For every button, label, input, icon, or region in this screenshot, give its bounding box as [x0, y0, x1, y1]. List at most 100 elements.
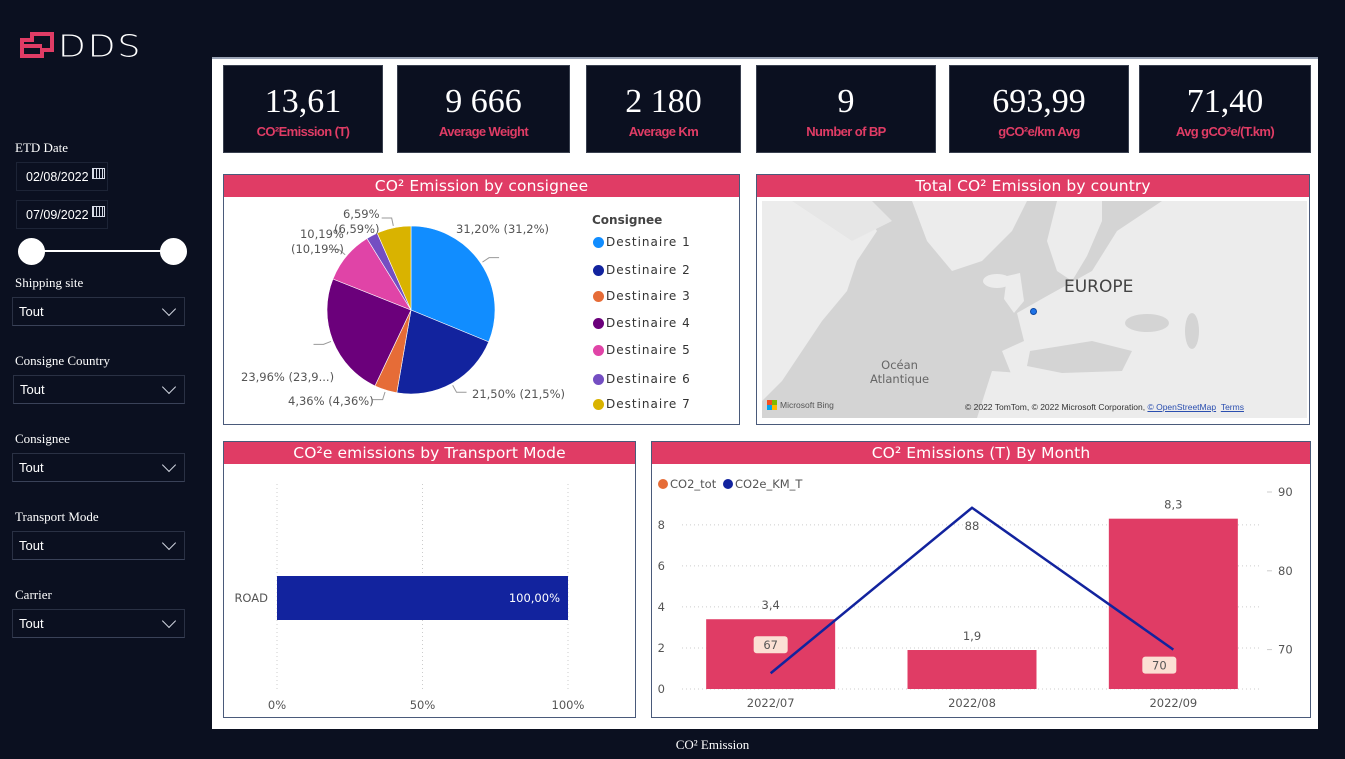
y-left-tick-label: 0	[658, 682, 665, 696]
etd-start-date-input[interactable]: 02/08/2022	[16, 162, 108, 191]
y-right-tick-label: 70	[1278, 643, 1293, 657]
slider-end-handle[interactable]	[160, 238, 187, 265]
pie-data-label: 6,59% (6,59%)	[334, 207, 380, 236]
legend-dot-icon	[593, 236, 604, 248]
kpi-card-average-weight[interactable]: 9 666 Average Weight	[397, 65, 570, 153]
terms-link[interactable]: Terms	[1221, 402, 1244, 412]
y-left-tick-label: 6	[658, 559, 665, 573]
legend-item-destinaire-5[interactable]: Destinaire 5	[593, 343, 691, 357]
kpi-card-gco2e-km-avg[interactable]: 693,99 gCO²e/km Avg	[949, 65, 1129, 153]
dds-logo: DDS	[20, 29, 143, 64]
etd-date-label: ETD Date	[15, 140, 69, 155]
bar-data-label: 3,4	[762, 598, 780, 612]
map-panel[interactable]: Total CO² Emission by country EUROPE Océ…	[756, 174, 1310, 425]
calendar-icon[interactable]	[91, 168, 105, 179]
kpi-card-co2-emission[interactable]: 13,61 CO²Emission (T)	[223, 65, 383, 153]
pie-data-label: 31,20% (31,2%)	[456, 222, 550, 236]
shipping-site-dropdown[interactable]: Tout	[12, 297, 185, 326]
legend-item-destinaire-1[interactable]: Destinaire 1	[593, 235, 691, 249]
carrier-label: Carrier	[15, 587, 52, 602]
y-left-tick-label: 2	[658, 641, 665, 655]
x-tick-label: 100%	[552, 698, 585, 712]
y-right-tick-label: 90	[1278, 485, 1293, 499]
legend-label[interactable]: CO2e_KM_T	[735, 477, 803, 491]
map-view[interactable]: EUROPE Océan Atlantique Microsoft Bing ©…	[762, 201, 1307, 418]
pie-chart-panel[interactable]: CO² Emission by consignee 31,20% (31,2%)…	[223, 174, 740, 425]
legend-dot-icon	[593, 373, 604, 385]
y-category-label: ROAD	[234, 591, 268, 605]
microsoft-logo-icon	[767, 400, 777, 410]
legend-item-destinaire-7[interactable]: Destinaire 7	[593, 397, 691, 411]
etd-end-date-input[interactable]: 07/09/2022	[16, 200, 108, 229]
kpi-value: 13,61	[264, 83, 342, 120]
map-data-bubble[interactable]	[1030, 308, 1037, 315]
etd-date-range-slider[interactable]	[32, 250, 174, 252]
map-attribution-text: © 2022 TomTom, © 2022 Microsoft Corporat…	[965, 402, 1148, 412]
kpi-value: 2 180	[625, 83, 702, 120]
legend-item-destinaire-2[interactable]: Destinaire 2	[593, 263, 691, 277]
kpi-card-number-of-bp[interactable]: 9 Number of BP	[756, 65, 936, 153]
transport-mode-chart-panel[interactable]: CO²e emissions by Transport Mode 0% 50% 10…	[223, 441, 636, 718]
legend-item-destinaire-4[interactable]: Destinaire 4	[593, 316, 691, 330]
calendar-icon[interactable]	[91, 206, 105, 217]
chevron-down-icon	[161, 535, 177, 551]
map-title: Total CO² Emission by country	[757, 175, 1309, 197]
page-tab-co2-emission[interactable]: CO² Emission	[0, 737, 1345, 753]
line-data-label: 67	[763, 638, 778, 652]
legend-label[interactable]: CO2_tot	[670, 477, 717, 491]
kpi-card-avg-gco2e-tkm[interactable]: 71,40 Avg gCO²e/(T.km)	[1139, 65, 1311, 153]
monthly-emissions-chart-panel[interactable]: CO² Emissions (T) By Month CO2_tot CO2e_K…	[651, 441, 1311, 718]
transport-mode-chart-title: CO²e emissions by Transport Mode	[224, 442, 635, 464]
slider-start-handle[interactable]	[18, 238, 45, 265]
kpi-value: 9	[837, 83, 855, 120]
combo-legend: CO2_tot CO2e_KM_T	[658, 477, 803, 491]
openstreetmap-link[interactable]: © OpenStreetMap	[1147, 402, 1216, 412]
bar-2022-08[interactable]	[907, 650, 1037, 689]
legend-label: Destinaire 6	[606, 372, 691, 386]
kpi-label: Average Weight	[438, 124, 529, 139]
etd-end-date-value: 07/09/2022	[26, 207, 89, 222]
kpi-label: Average Km	[628, 124, 699, 139]
dds-logo-icon	[20, 32, 54, 58]
bar-2022-07[interactable]	[706, 619, 836, 689]
legend-item-destinaire-3[interactable]: Destinaire 3	[593, 289, 691, 303]
kpi-card-average-km[interactable]: 2 180 Average Km	[586, 65, 741, 153]
legend-label: Destinaire 2	[606, 263, 691, 277]
shipping-site-label: Shipping site	[15, 275, 84, 290]
transport-mode-dropdown[interactable]: Tout	[12, 531, 185, 560]
chevron-down-icon	[161, 379, 177, 395]
consigne-country-dropdown[interactable]: Tout	[13, 375, 185, 404]
transport-mode-bar-chart[interactable]: 0% 50% 100% ROAD 100,00%	[224, 464, 635, 717]
legend-item-destinaire-6[interactable]: Destinaire 6	[593, 372, 691, 386]
kpi-value: 693,99	[992, 83, 1086, 120]
legend-dot-icon	[593, 290, 604, 302]
carrier-dropdown[interactable]: Tout	[12, 609, 185, 638]
x-tick-label: 0%	[268, 698, 286, 712]
legend-label: Destinaire 1	[606, 235, 691, 249]
chevron-down-icon	[161, 613, 177, 629]
bar-data-label: 1,9	[963, 629, 981, 643]
kpi-label: gCO²e/km Avg	[998, 124, 1080, 139]
line-data-label: 88	[965, 519, 980, 533]
logo-text: DDS	[58, 29, 143, 64]
transport-mode-label: Transport Mode	[15, 509, 99, 524]
consignee-dropdown[interactable]: Tout	[12, 453, 185, 482]
monthly-emissions-chart-title: CO² Emissions (T) By Month	[652, 442, 1310, 464]
kpi-label: Number of BP	[806, 124, 886, 139]
x-tick-label: 50%	[410, 698, 436, 712]
pie-data-label: 23,96% (23,9...)	[241, 370, 335, 384]
bar-data-label: 100,00%	[509, 591, 560, 605]
map-region-label: EUROPE	[1064, 277, 1134, 297]
y-left-tick-label: 4	[658, 600, 665, 614]
pie-data-label: 21,50% (21,5%)	[472, 387, 566, 401]
pie-chart-title: CO² Emission by consignee	[224, 175, 739, 197]
pie-leader-line	[372, 391, 386, 401]
kpi-value: 71,40	[1186, 83, 1264, 120]
pie-leader-line	[313, 340, 332, 345]
consignee-label: Consignee	[15, 431, 70, 446]
legend-dot-icon	[593, 344, 604, 356]
map-ocean-label: Océan Atlantique	[870, 358, 930, 386]
legend-dot-icon	[593, 264, 604, 276]
legend-dot-icon	[593, 317, 604, 329]
monthly-emissions-combo-chart[interactable]: CO2_tot CO2e_KM_T 0 2 4 6 8 70 80 90 3,4 2022/07 1,9…	[652, 464, 1310, 717]
